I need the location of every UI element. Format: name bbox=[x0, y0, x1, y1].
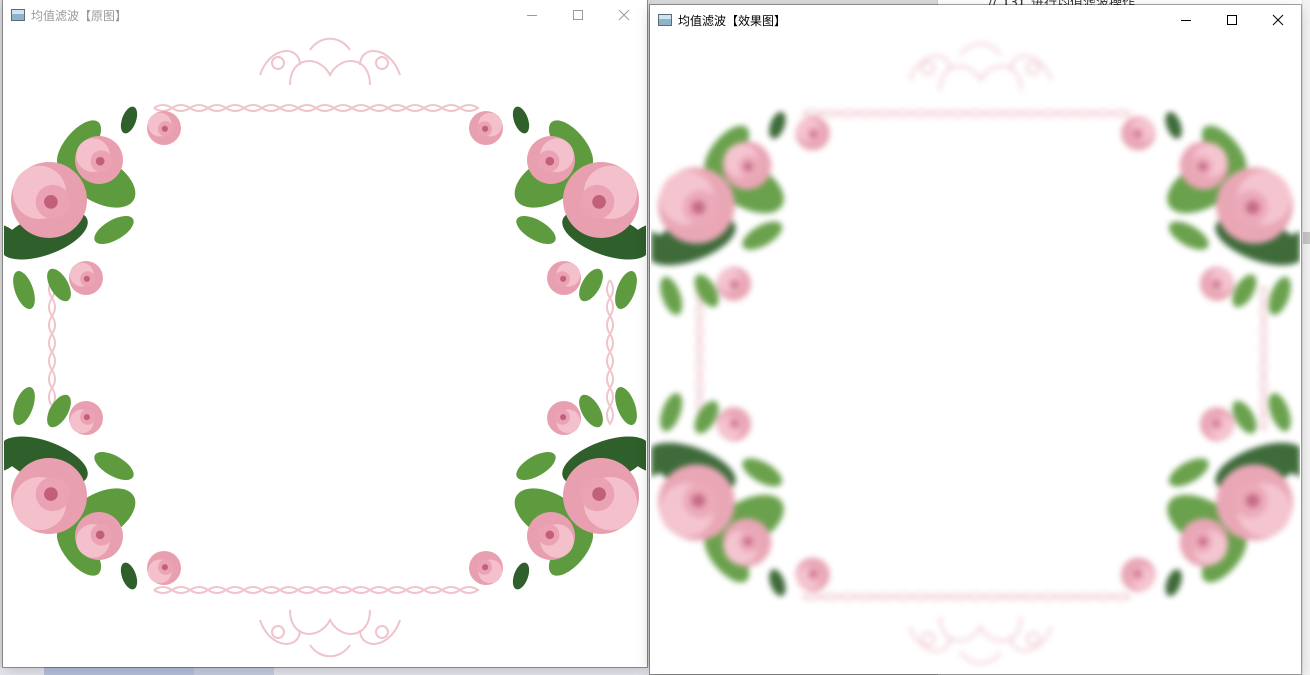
rose bbox=[1216, 167, 1293, 244]
background-scrollbar-thumb[interactable] bbox=[1303, 232, 1310, 244]
titlebar[interactable]: 均值滤波【原图】 bbox=[3, 0, 647, 30]
maximize-icon bbox=[573, 10, 583, 20]
rose bbox=[563, 162, 639, 238]
window-title: 均值滤波【效果图】 bbox=[678, 13, 787, 28]
rose bbox=[11, 458, 87, 534]
titlebar[interactable]: 均值滤波【效果图】 bbox=[650, 5, 1301, 35]
close-button[interactable] bbox=[1255, 5, 1301, 35]
rose bbox=[1179, 518, 1229, 567]
rosebud bbox=[1121, 116, 1156, 151]
rosebud bbox=[69, 401, 103, 435]
maximize-button[interactable] bbox=[555, 0, 601, 30]
maximize-icon bbox=[1227, 15, 1237, 25]
rose bbox=[527, 512, 575, 560]
rose bbox=[527, 136, 575, 184]
rosebud bbox=[469, 111, 503, 145]
image-display-result bbox=[651, 35, 1300, 673]
rose-frame-image bbox=[4, 30, 646, 666]
rosebud bbox=[1199, 407, 1235, 442]
rosebud bbox=[795, 116, 830, 151]
rose bbox=[563, 458, 639, 534]
app-icon[interactable] bbox=[658, 14, 672, 26]
image-display-original bbox=[4, 30, 646, 666]
desktop: //【3】进行均值滤波操作 均值滤波【原图】 bbox=[0, 0, 1310, 675]
close-icon bbox=[618, 9, 630, 21]
app-icon[interactable] bbox=[11, 9, 25, 21]
rose-frame-image-blurred bbox=[651, 35, 1300, 673]
rose bbox=[722, 141, 772, 190]
close-button[interactable] bbox=[601, 0, 647, 30]
rosebud bbox=[1199, 266, 1235, 301]
window-title: 均值滤波【原图】 bbox=[31, 8, 128, 23]
background-scrollbar[interactable] bbox=[1302, 0, 1310, 675]
close-icon bbox=[1272, 14, 1284, 26]
rosebud bbox=[716, 266, 752, 301]
window-original[interactable]: 均值滤波【原图】 bbox=[3, 0, 647, 667]
rose bbox=[658, 167, 735, 244]
rose bbox=[75, 136, 123, 184]
rosebud bbox=[69, 261, 103, 295]
minimize-icon bbox=[527, 15, 537, 16]
rosebud bbox=[547, 401, 581, 435]
rose bbox=[1179, 141, 1229, 190]
rosebud bbox=[716, 407, 752, 442]
minimize-icon bbox=[1181, 20, 1191, 21]
rosebud bbox=[1121, 557, 1156, 592]
taskbar-item[interactable] bbox=[44, 667, 194, 675]
rose bbox=[658, 464, 735, 541]
rose bbox=[722, 518, 772, 567]
rose bbox=[75, 512, 123, 560]
rosebud bbox=[147, 111, 181, 145]
caption-buttons bbox=[509, 0, 647, 30]
caption-buttons bbox=[1163, 5, 1301, 35]
maximize-button[interactable] bbox=[1209, 5, 1255, 35]
minimize-button[interactable] bbox=[1163, 5, 1209, 35]
taskbar-item[interactable] bbox=[194, 667, 274, 675]
rosebud bbox=[547, 261, 581, 295]
rosebud bbox=[795, 557, 830, 592]
window-result[interactable]: 均值滤波【效果图】 bbox=[650, 5, 1301, 674]
rosebud bbox=[147, 551, 181, 585]
rosebud bbox=[469, 551, 503, 585]
rose bbox=[11, 162, 87, 238]
background-taskbar bbox=[0, 667, 650, 675]
rose bbox=[1216, 464, 1293, 541]
minimize-button[interactable] bbox=[509, 0, 555, 30]
